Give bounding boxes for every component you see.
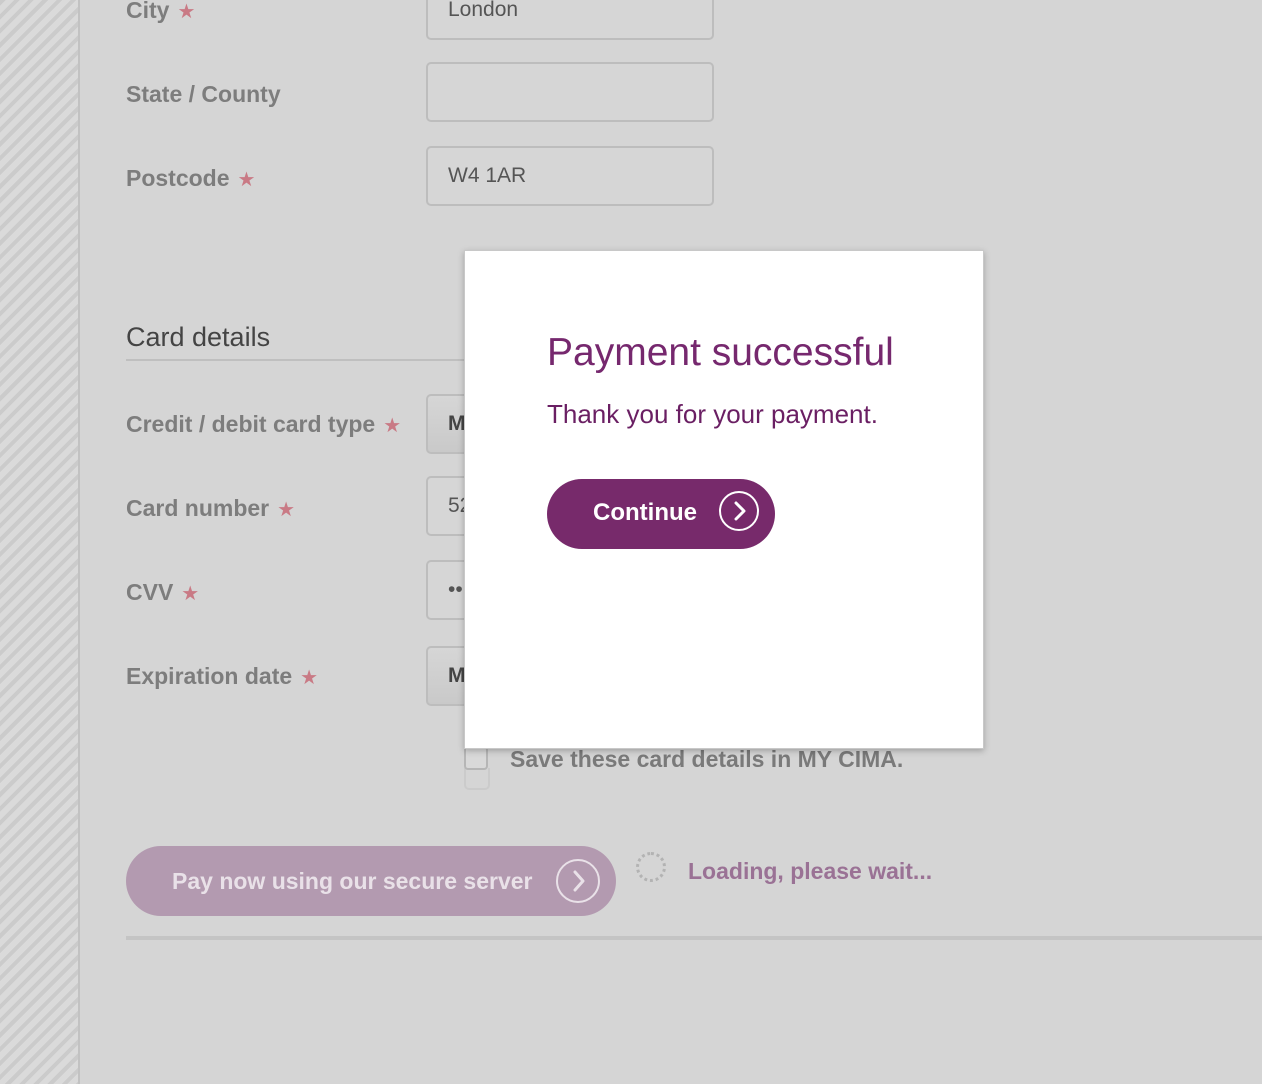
checkbox-shadow (464, 768, 490, 790)
card-type-label: Credit / debit card type ★ (126, 410, 401, 440)
required-star-icon: ★ (181, 583, 200, 605)
required-star-icon: ★ (177, 1, 196, 23)
chevron-right-circle-icon (556, 859, 600, 903)
chevron-right-circle-icon (719, 491, 759, 531)
pay-now-label: Pay now using our secure server (172, 868, 533, 894)
city-label-text: City (126, 0, 170, 23)
cvv-label-text: CVV (126, 579, 174, 605)
state-field[interactable] (426, 62, 714, 122)
dialog-title: Payment successful (547, 331, 894, 374)
loading-text: Loading, please wait... (688, 858, 933, 884)
required-star-icon: ★ (277, 499, 296, 521)
required-star-icon: ★ (300, 667, 319, 689)
save-card-label: Save these card details in MY CIMA. (510, 746, 904, 772)
cvv-label: CVV ★ (126, 578, 199, 608)
postcode-label-text: Postcode (126, 165, 230, 191)
card-number-label-text: Card number (126, 495, 270, 521)
section-divider (126, 359, 466, 361)
expiry-label: Expiration date ★ (126, 662, 318, 692)
required-star-icon: ★ (383, 415, 402, 437)
card-type-label-text: Credit / debit card type (126, 411, 376, 437)
card-number-label: Card number ★ (126, 494, 295, 524)
postcode-label: Postcode ★ (126, 164, 255, 194)
postcode-field[interactable]: W4 1AR (426, 146, 714, 206)
decorative-side-stripes (0, 0, 80, 1084)
city-label: City ★ (126, 0, 195, 26)
bottom-divider (126, 936, 1262, 940)
spinner-icon (636, 852, 666, 882)
expiry-label-text: Expiration date (126, 663, 293, 689)
state-label-text: State / County (126, 81, 281, 107)
city-field[interactable]: London (426, 0, 714, 40)
save-card-checkbox[interactable] (464, 746, 488, 770)
payment-success-dialog: Payment successful Thank you for your pa… (464, 250, 984, 749)
pay-now-button[interactable]: Pay now using our secure server (126, 846, 616, 916)
card-details-heading: Card details (126, 322, 271, 352)
state-label: State / County (126, 80, 281, 108)
dialog-message: Thank you for your payment. (547, 399, 878, 429)
continue-button[interactable]: Continue (547, 479, 775, 549)
continue-label: Continue (593, 499, 697, 526)
required-star-icon: ★ (237, 169, 256, 191)
